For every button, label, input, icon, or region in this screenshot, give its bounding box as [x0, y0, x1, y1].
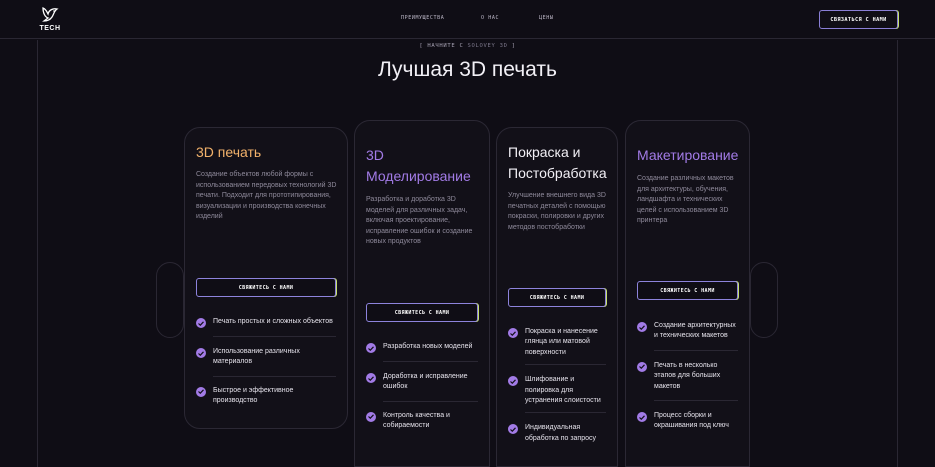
feature-text: Печать простых и сложных объектов — [213, 318, 333, 325]
check-icon — [366, 373, 376, 383]
card-description: Создание объектов любой формы с использо… — [196, 171, 337, 221]
nav-item-prices[interactable]: ЦЕНЫ — [539, 15, 553, 21]
main-nav: ПРЕИМУЩЕСТВА О НАС ЦЕНЫ — [0, 15, 935, 25]
list-item: Покраска и нанесение глянца или матовой … — [508, 327, 606, 358]
check-icon — [196, 386, 206, 397]
eyebrow-brand: SOLOVEY 3D — [467, 43, 508, 49]
check-icon — [366, 343, 376, 353]
list-item: Печать в несколько этапов для больших ма… — [637, 361, 738, 392]
hero-eyebrow: [ НАЧНИТЕ С SOLOVEY 3D ] — [0, 43, 935, 49]
list-item: Разработка новых моделей — [366, 342, 478, 353]
divider — [654, 400, 738, 402]
card-title: Покраска и Постобработка — [508, 144, 607, 181]
check-icon — [637, 322, 647, 332]
service-card-painting: Покраска и Постобработка Улучшение внешн… — [496, 127, 618, 467]
feature-text: Индивидуальная обработка по запросу — [525, 424, 597, 442]
side-decor-right — [750, 262, 778, 338]
list-item: Процесс сборки и окрашивания под ключ — [637, 411, 738, 432]
card-contact-button[interactable]: СВЯЖИТЕСЬ С НАМИ — [637, 281, 738, 300]
feature-text: Шлифование и полировка для устранения сл… — [525, 376, 601, 405]
check-icon — [637, 412, 647, 423]
header-contact-button[interactable]: СВЯЗАТЬСЯ С НАМИ — [819, 10, 898, 29]
card-description: Создание различных макетов для архитекту… — [637, 175, 734, 225]
logo-text: TECH — [39, 25, 61, 32]
list-item: Быстрое и эффективное производство — [196, 386, 336, 407]
list-item: Печать простых и сложных объектов — [196, 317, 336, 328]
divider — [383, 361, 478, 362]
eyebrow-suffix: ] — [511, 43, 516, 49]
feature-text: Разработка новых моделей — [383, 343, 473, 350]
card-contact-button[interactable]: СВЯЖИТЕСЬ С НАМИ — [196, 278, 336, 297]
card-title: Макетирование — [637, 147, 739, 163]
card-description: Разработка и доработка 3D моделей для ра… — [366, 196, 473, 246]
feature-text: Покраска и нанесение глянца или матовой … — [525, 328, 598, 356]
service-card-mockups: Макетирование Создание различных макетов… — [625, 120, 750, 467]
frame-line-right — [897, 40, 898, 467]
divider — [213, 375, 336, 377]
site-header: TECH ПРЕИМУЩЕСТВА О НАС ЦЕНЫ СВЯЗАТЬСЯ С… — [0, 0, 935, 38]
page-title: Лучшая 3D печать — [378, 58, 557, 81]
card-title: 3D печать — [196, 144, 262, 160]
list-item: Контроль качества и собираемости — [366, 411, 478, 432]
check-icon — [508, 328, 518, 338]
list-item: Шлифование и полировка для устранения сл… — [508, 375, 606, 406]
header-divider — [0, 38, 935, 39]
feature-list: Покраска и нанесение глянца или матовой … — [508, 327, 606, 444]
divider — [654, 349, 738, 351]
feature-list: Создание архитектурных и технических мак… — [637, 321, 738, 432]
list-item: Доработка и исправление ошибок — [366, 372, 478, 393]
feature-text: Процесс сборки и окрашивания под ключ — [654, 412, 729, 430]
list-item: Использование различных материалов — [196, 347, 336, 368]
feature-text: Создание архитектурных и технических мак… — [654, 322, 736, 340]
divider — [525, 364, 606, 366]
frame-line-left — [37, 40, 38, 467]
check-icon — [366, 411, 376, 422]
check-icon — [196, 348, 206, 358]
side-decor-left — [156, 262, 184, 338]
service-card-3d-printing: 3D печать Создание объектов любой формы … — [184, 127, 348, 429]
feature-list: Разработка новых моделей Доработка и исп… — [366, 342, 478, 432]
nav-item-advantages[interactable]: ПРЕИМУЩЕСТВА — [401, 15, 444, 21]
feature-text: Контроль качества и собираемости — [383, 411, 450, 430]
divider — [383, 400, 478, 402]
feature-text: Печать в несколько этапов для больших ма… — [654, 361, 721, 390]
list-item: Индивидуальная обработка по запросу — [508, 423, 606, 444]
card-contact-button[interactable]: СВЯЖИТЕСЬ С НАМИ — [366, 303, 478, 322]
eyebrow-prefix: [ НАЧНИТЕ С — [419, 43, 464, 49]
list-item: Создание архитектурных и технических мак… — [637, 321, 738, 342]
nav-item-about[interactable]: О НАС — [481, 15, 499, 21]
check-icon — [508, 376, 518, 387]
feature-list: Печать простых и сложных объектов Исполь… — [196, 317, 336, 407]
card-description: Улучшение внешнего вида 3D печатных дета… — [508, 192, 606, 231]
card-contact-button[interactable]: СВЯЖИТЕСЬ С НАМИ — [508, 288, 606, 307]
card-title: 3D Моделирование — [366, 147, 471, 184]
feature-text: Быстрое и эффективное производство — [213, 386, 294, 405]
feature-text: Использование различных материалов — [213, 348, 300, 366]
divider — [213, 336, 336, 337]
divider — [525, 412, 606, 414]
service-card-3d-modeling: 3D Моделирование Разработка и доработка … — [354, 120, 490, 467]
feature-text: Доработка и исправление ошибок — [383, 373, 468, 391]
check-icon — [196, 318, 206, 328]
check-icon — [637, 361, 647, 372]
check-icon — [508, 424, 518, 435]
